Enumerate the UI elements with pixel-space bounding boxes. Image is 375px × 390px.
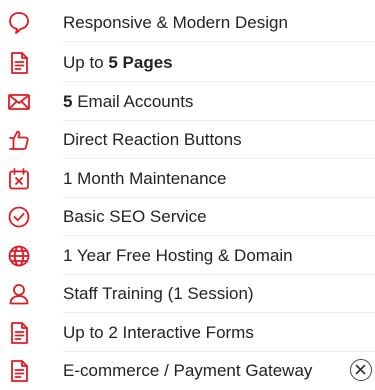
divider [63, 158, 375, 159]
person-icon [6, 281, 32, 307]
document-icon [6, 50, 32, 76]
divider [63, 235, 375, 236]
feature-item-reaction-buttons: Direct Reaction Buttons [0, 121, 375, 159]
divider [63, 81, 375, 82]
divider [63, 41, 375, 42]
feature-item-ecommerce: E-commerce / Payment Gateway [0, 352, 375, 390]
divider [63, 312, 375, 313]
check-circle-icon [6, 204, 32, 230]
feature-item-maintenance: 1 Month Maintenance [0, 160, 375, 198]
globe-icon [6, 243, 32, 269]
feature-item-interactive-forms: Up to 2 Interactive Forms [0, 314, 375, 352]
form-icon [6, 320, 32, 346]
calendar-icon [6, 166, 32, 192]
feature-item-staff-training: Staff Training (1 Session) [0, 275, 375, 313]
feature-item-responsive-design: Responsive & Modern Design [0, 4, 375, 42]
feature-item-pages: Up to 5 Pages [0, 44, 375, 82]
close-circle-icon[interactable] [350, 359, 372, 381]
feature-item-hosting: 1 Year Free Hosting & Domain [0, 237, 375, 275]
feature-item-email-accounts: 5 Email Accounts [0, 83, 375, 121]
chat-bubble-icon [6, 10, 32, 36]
feature-item-seo: Basic SEO Service [0, 198, 375, 236]
cart-document-icon [6, 358, 32, 384]
envelope-icon [6, 89, 32, 115]
thumbs-up-icon [6, 127, 32, 153]
